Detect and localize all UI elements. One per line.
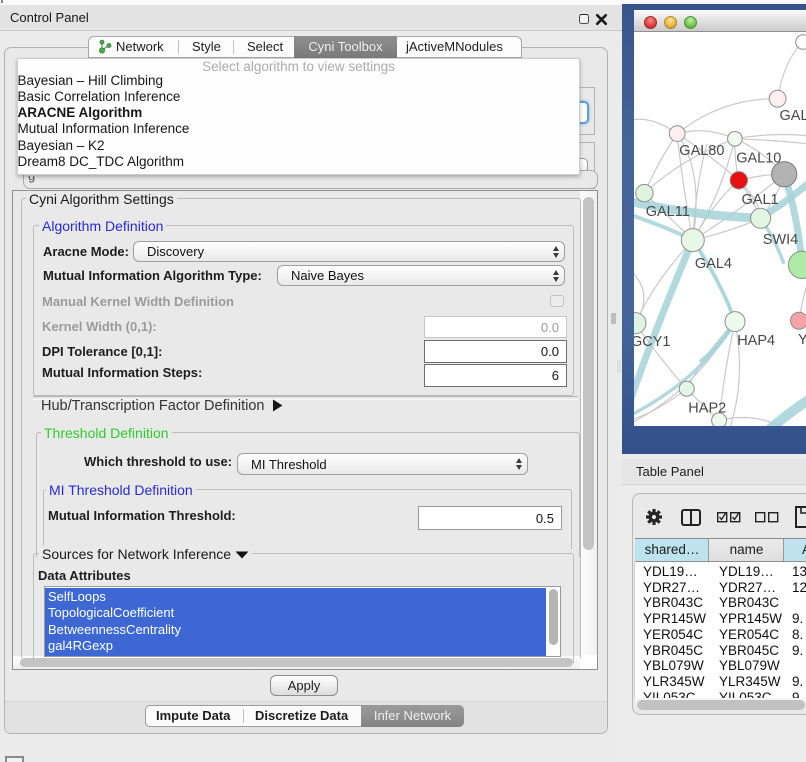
svg-text:GAL7: GAL7 — [780, 108, 806, 124]
svg-text:GAL11: GAL11 — [646, 204, 690, 220]
svg-text:GAL4: GAL4 — [695, 256, 732, 272]
svg-text:HAP4: HAP4 — [737, 333, 775, 349]
svg-text:Y: Y — [798, 332, 806, 348]
svg-text:GAL10: GAL10 — [736, 151, 781, 167]
svg-text:GAL80: GAL80 — [679, 143, 724, 159]
svg-text:GAL1: GAL1 — [742, 192, 779, 208]
svg-text:HAP2: HAP2 — [688, 401, 726, 417]
svg-text:GCY1: GCY1 — [634, 334, 671, 350]
svg-text:SWI4: SWI4 — [763, 232, 798, 248]
